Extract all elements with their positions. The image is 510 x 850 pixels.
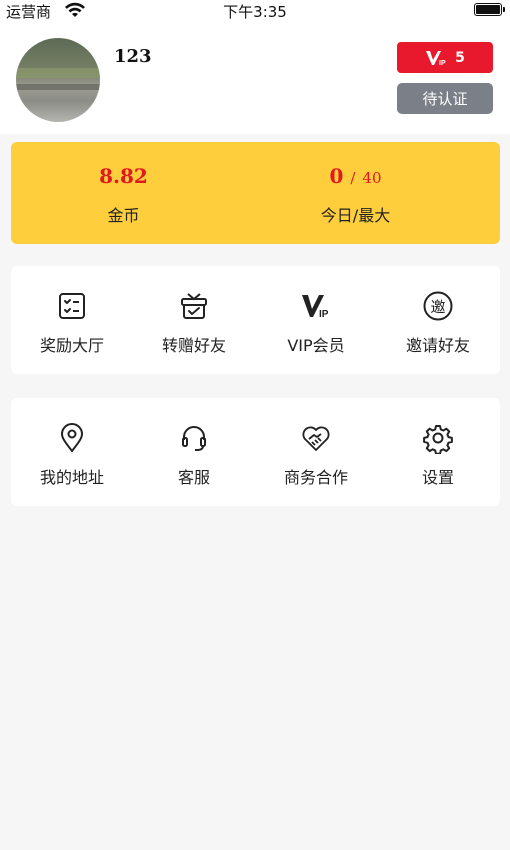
- menu-item-my-address[interactable]: 我的地址: [11, 398, 133, 506]
- wallet-card: 8.82 金币 0 / 40 今日/最大: [11, 142, 500, 244]
- menu-item-label: 我的地址: [39, 468, 104, 487]
- coins-label: 金币: [107, 206, 140, 225]
- menu-item-business-cooperation[interactable]: 商务合作: [255, 398, 377, 506]
- svg-text:邀: 邀: [430, 298, 445, 316]
- today-separator: /: [350, 169, 356, 187]
- gear-icon: [422, 422, 454, 455]
- menu-item-customer-service[interactable]: 客服: [133, 398, 255, 506]
- menu-item-settings[interactable]: 设置: [377, 398, 499, 506]
- invite-icon: 邀: [422, 290, 454, 322]
- menu-item-label: 转赠好友: [161, 336, 226, 355]
- svg-text:IP: IP: [319, 309, 329, 320]
- svg-text:IP: IP: [439, 60, 446, 66]
- profile-header: 123 IP 5 待认证: [0, 22, 510, 134]
- headset-icon: [178, 422, 210, 454]
- today-max: 40: [362, 169, 382, 187]
- status-bar: 运营商 下午3:35: [0, 0, 510, 22]
- clock: 下午3:35: [223, 3, 287, 21]
- avatar[interactable]: [16, 38, 100, 122]
- daily-limit-value: 0 / 40: [243, 164, 468, 188]
- handshake-heart-icon: [300, 422, 332, 454]
- menu-card-secondary: 我的地址 客服 商务合作 设置: [11, 398, 500, 506]
- vip-level-badge[interactable]: IP 5: [397, 42, 493, 73]
- checklist-icon: [56, 290, 88, 322]
- daily-limit-label: 今日/最大: [320, 206, 391, 225]
- menu-item-transfer-friend[interactable]: 转赠好友: [133, 266, 255, 374]
- daily-limit-section[interactable]: 0 / 40 今日/最大: [243, 142, 468, 244]
- coins-value: 8.82: [99, 164, 148, 188]
- vip-level-value: 5: [455, 49, 465, 66]
- gift-icon: [178, 290, 210, 322]
- menu-card-primary: 奖励大厅 转赠好友 IP VIP会员 邀 邀请好友: [11, 266, 500, 374]
- menu-item-label: 客服: [177, 468, 210, 487]
- certification-button[interactable]: 待认证: [397, 83, 493, 114]
- location-pin-icon: [56, 422, 88, 454]
- vip-icon: IP: [300, 290, 332, 322]
- username: 123: [114, 46, 152, 67]
- menu-item-label: 设置: [421, 468, 454, 487]
- menu-item-label: 商务合作: [283, 468, 348, 487]
- menu-item-label: 奖励大厅: [39, 336, 104, 355]
- menu-item-label: 邀请好友: [405, 336, 470, 355]
- battery-icon: [474, 3, 505, 16]
- vip-icon: IP: [426, 50, 446, 66]
- menu-item-invite-friend[interactable]: 邀 邀请好友: [377, 266, 499, 374]
- menu-item-vip-member[interactable]: IP VIP会员: [255, 266, 377, 374]
- coins-section[interactable]: 8.82 金币: [11, 142, 236, 244]
- menu-item-label: VIP会员: [287, 336, 345, 355]
- menu-item-reward-hall[interactable]: 奖励大厅: [11, 266, 133, 374]
- today-value: 0: [329, 164, 344, 188]
